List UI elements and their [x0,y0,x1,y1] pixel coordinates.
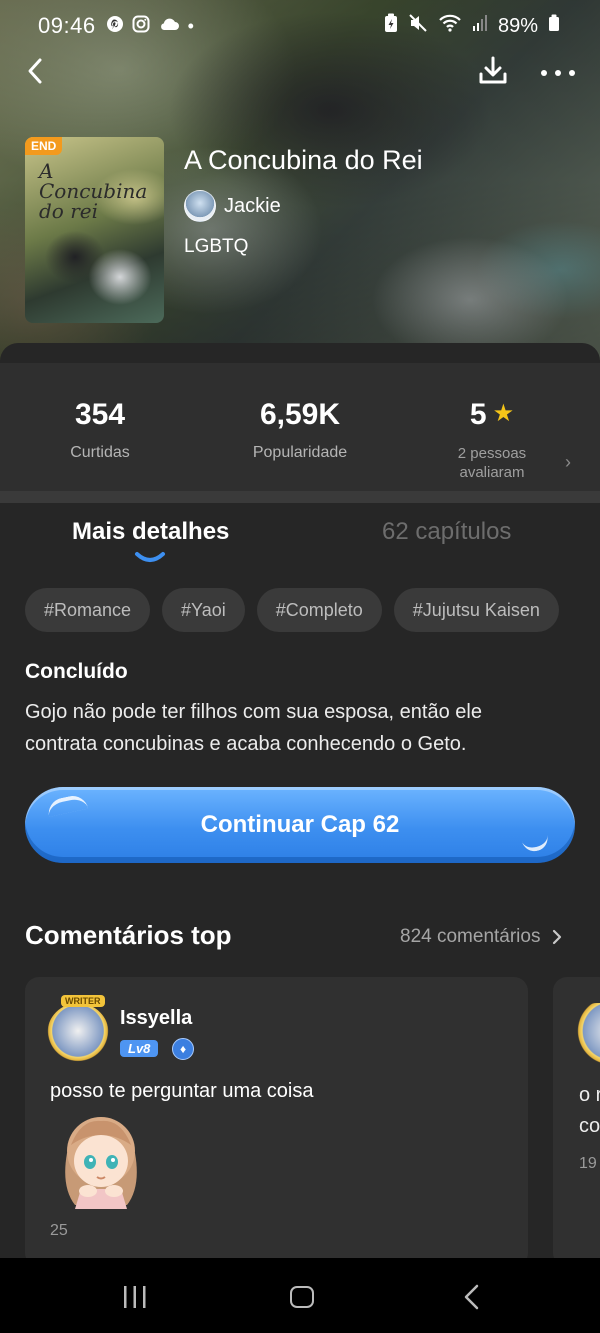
download-button[interactable] [476,54,510,88]
tag-chip[interactable]: #Yaoi [162,588,245,632]
chevron-right-icon [553,929,562,945]
battery-level: 89% [497,14,538,37]
wifi-icon [438,13,462,39]
status-left-icons: • [106,15,194,38]
back-button[interactable] [22,54,54,88]
cover-title: A Concubina do rei [39,159,148,223]
comments-count: 824 comentários [400,926,541,947]
tab-chapters[interactable]: 62 capítulos [382,518,511,546]
genre-label[interactable]: LGBTQ [184,236,248,258]
tag-chip[interactable]: #Jujutsu Kaisen [393,588,559,632]
comment-text: co [579,1115,600,1137]
chevron-left-icon [28,58,42,84]
all-comments-link[interactable]: 824 comentários [400,926,562,948]
download-icon [479,56,507,84]
comment-likes: 19 [579,1155,597,1172]
comment-card[interactable]: WRITER Issyella Lv8 ♦ posso te perguntar… [25,977,528,1267]
synopsis: Gojo não pode ter filhos com sua esposa,… [25,701,482,755]
home-icon[interactable] [290,1286,314,1308]
tab-details[interactable]: Mais detalhes [72,518,229,546]
tag-list: #Romance #Yaoi #Completo #Jujutsu Kaisen [25,588,559,632]
tag-chip[interactable]: #Romance [25,588,151,632]
top-app-bar [0,52,600,92]
back-nav-icon[interactable] [462,1284,482,1310]
instagram-icon [132,15,150,38]
popularity-label: Popularidade [252,444,348,461]
author-avatar [184,190,216,222]
commenter-avatar[interactable]: WRITER [47,995,109,1065]
active-tab-indicator [134,550,166,566]
comic-cover: END A Concubina do rei [25,137,164,323]
system-navigation-bar [0,1258,600,1333]
cloud-icon [158,16,180,37]
comment-text: o r [579,1084,600,1106]
writer-badge: WRITER [61,995,105,1007]
rating-label-line1: 2 pessoas [457,445,527,462]
button-highlight [45,793,89,817]
rating-row: 5 ★ [392,398,592,432]
likes-label: Curtidas [70,444,130,461]
star-icon: ★ [492,400,515,427]
rating-label: 2 pessoas avaliaram [392,444,592,482]
popularity-value: 6,59K [259,398,341,431]
status-right: 89% [384,13,560,39]
more-options-button[interactable] [538,54,578,88]
battery-icon [548,14,560,38]
commenter-avatar[interactable] [573,1003,600,1065]
completion-status: Concluído [25,660,128,683]
sticker-image [53,1105,149,1209]
continue-label: Continuar Cap 62 [200,811,400,838]
author-name: Jackie [224,194,281,217]
level-badge: Lv8 [120,1040,159,1057]
verified-badge-icon: ♦ [172,1038,194,1060]
tag-chip[interactable]: #Completo [256,588,382,632]
stat-rating[interactable]: 5 ★ 2 pessoas avaliaram [392,398,592,482]
stat-popularity: 6,59K Popularidade [200,398,400,462]
recent-apps-icon[interactable] [122,1286,148,1308]
rating-value: 5 [469,398,487,431]
rating-label-line2: avaliaram [459,464,525,481]
comment-card[interactable]: o r co 19 [553,977,600,1267]
status-bar: 09:46 • 89% [38,10,560,42]
section-divider [0,491,600,503]
comment-text: posso te perguntar uma coisa [50,1080,314,1102]
status-time: 09:46 [38,13,96,38]
end-badge: END [25,137,63,155]
mute-icon [408,13,428,39]
commenter-name[interactable]: Issyella [120,1007,192,1030]
notification-dot-icon: • [187,15,194,36]
more-horizontal-icon [541,70,575,76]
likes-value: 354 [74,398,126,431]
author-link[interactable]: Jackie [184,190,281,222]
signal-icon [472,14,488,38]
stat-likes: 354 Curtidas [0,398,200,462]
pinterest-icon [106,15,124,38]
comment-likes: 25 [50,1222,68,1239]
battery-saver-icon [384,13,398,39]
continue-reading-button[interactable]: Continuar Cap 62 [25,787,575,863]
comic-title: A Concubina do Rei [184,145,423,175]
chevron-right-icon[interactable]: › [565,452,571,473]
button-highlight [521,834,551,854]
comments-heading: Comentários top [25,920,232,950]
